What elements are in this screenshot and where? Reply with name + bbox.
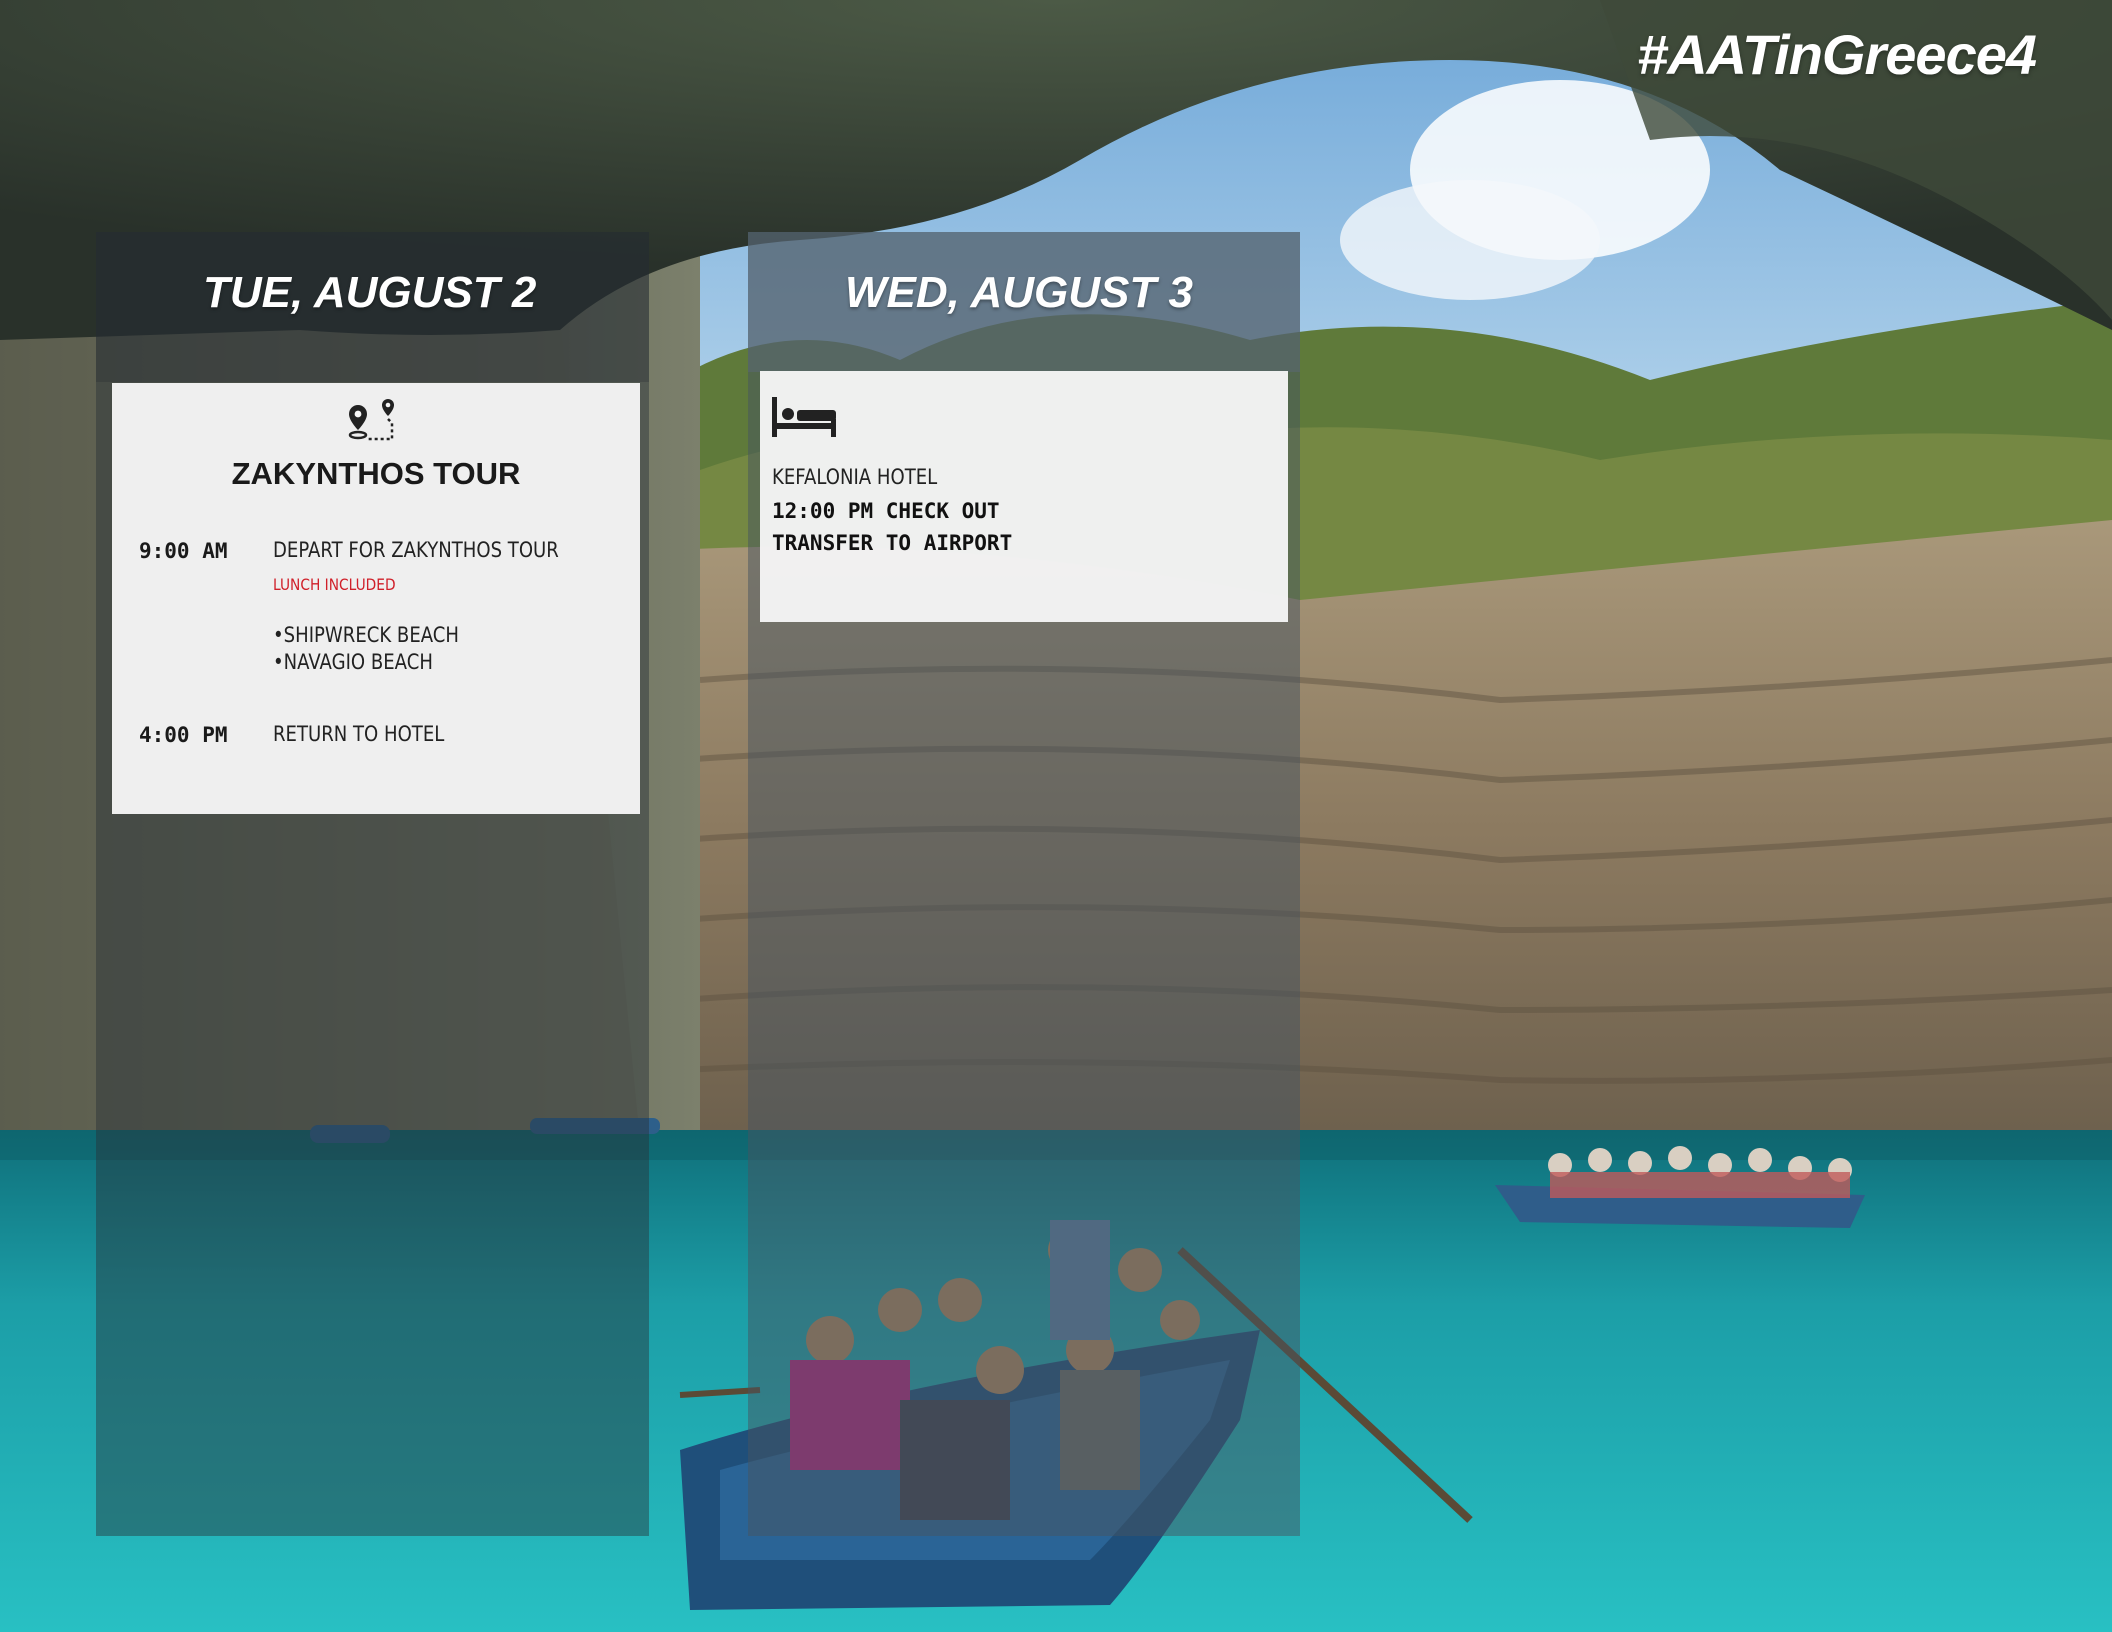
itinerary-card-hotel: KEFALONIA HOTEL 12:00 PM CHECK OUT TRANS…	[760, 371, 1288, 622]
checkout-line: 12:00 PM CHECK OUT	[772, 499, 1000, 523]
event-text: DEPART FOR ZAKYNTHOS TOUR	[273, 538, 559, 562]
hashtag-title: #AATinGreece4	[1637, 23, 2037, 86]
bullet-item: •NAVAGIO BEACH	[273, 650, 433, 674]
route-map-icon	[348, 399, 394, 441]
bullet-item: •SHIPWRECK BEACH	[273, 623, 459, 647]
lunch-note: LUNCH INCLUDED	[273, 575, 396, 594]
day-title: WED, AUGUST 3	[845, 268, 1193, 317]
hotel-name: KEFALONIA HOTEL	[772, 465, 938, 489]
bed-icon	[772, 397, 836, 437]
transfer-line: TRANSFER TO AIRPORT	[772, 531, 1013, 555]
time-label: 9:00 AM	[139, 539, 228, 563]
event-text: RETURN TO HOTEL	[273, 722, 445, 746]
tour-title: ZAKYNTHOS TOUR	[231, 456, 521, 491]
itinerary-card-zakynthos: ZAKYNTHOS TOUR 9:00 AM DEPART FOR ZAKYNT…	[112, 383, 640, 814]
time-label: 4:00 PM	[139, 723, 228, 747]
day-title: TUE, AUGUST 2	[203, 268, 537, 317]
